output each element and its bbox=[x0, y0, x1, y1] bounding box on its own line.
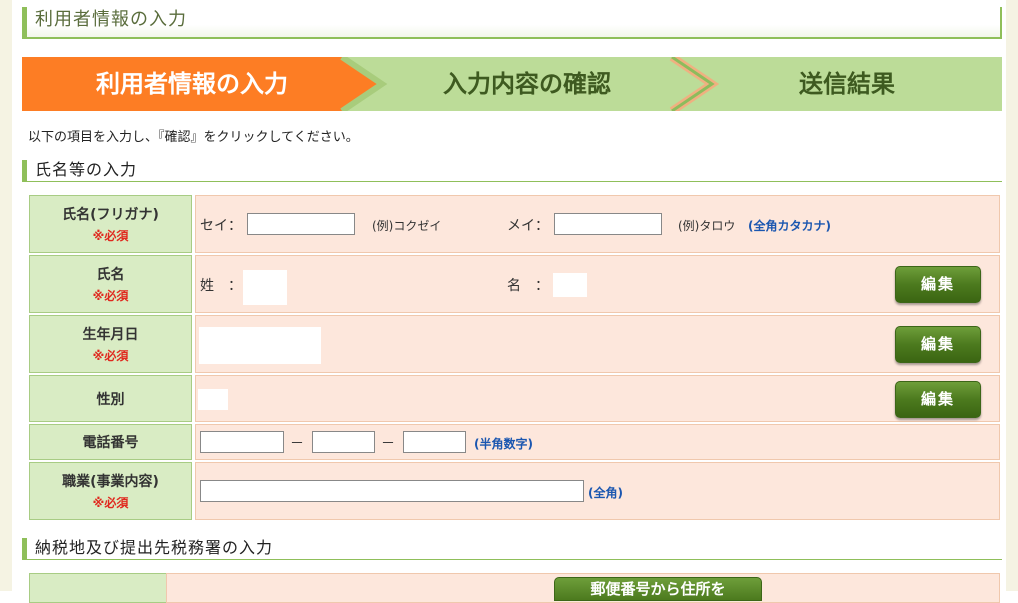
gender-label: 性別 bbox=[96, 391, 125, 408]
required-mark: ※必須 bbox=[92, 496, 129, 510]
zip-lookup-button[interactable]: 郵便番号から住所を bbox=[554, 577, 762, 601]
furigana-label-cell: 氏名(フリガナ) ※必須 bbox=[29, 195, 192, 253]
phone-separator: － bbox=[290, 436, 304, 452]
mei-kana-input[interactable] bbox=[554, 213, 662, 235]
gender-value bbox=[198, 389, 228, 410]
edit-gender-button[interactable]: 編集 bbox=[895, 381, 981, 418]
phone-separator: － bbox=[381, 436, 395, 452]
occupation-input[interactable] bbox=[200, 480, 584, 502]
phone-input-3[interactable] bbox=[403, 431, 466, 453]
occupation-value-cell: (全角) bbox=[195, 462, 1000, 520]
sei-value bbox=[243, 270, 287, 305]
furigana-label: 氏名(フリガナ) bbox=[62, 207, 159, 223]
required-mark: ※必須 bbox=[92, 229, 129, 243]
sei-label: 姓 ： bbox=[200, 278, 242, 294]
gender-label-cell: 性別 bbox=[29, 375, 192, 422]
mei-kana-label: メイ： bbox=[507, 218, 549, 234]
right-gutter bbox=[1006, 0, 1018, 591]
name-value-cell: 姓 ： 名 ： 編集 bbox=[195, 255, 1000, 313]
birthdate-label-cell: 生年月日 ※必須 bbox=[29, 315, 192, 373]
left-gutter bbox=[0, 0, 12, 591]
mei-kana-example: (例)タロウ bbox=[678, 219, 736, 233]
phone-label: 電話番号 bbox=[82, 435, 139, 451]
sei-kana-label: セイ： bbox=[200, 218, 242, 234]
page-title: 利用者情報の入力 bbox=[22, 7, 1002, 39]
furigana-value-cell: セイ： (例)コクゼイ メイ： (例)タロウ (全角カタカナ) bbox=[195, 195, 1000, 253]
instruction-text: 以下の項目を入力し、『確認』をクリックしてください。 bbox=[28, 130, 359, 145]
phone-format-note: (半角数字) bbox=[474, 437, 533, 451]
step-confirm: 入力内容の確認 bbox=[443, 69, 611, 98]
sei-kana-input[interactable] bbox=[247, 213, 355, 235]
required-mark: ※必須 bbox=[92, 289, 129, 303]
step-input: 利用者情報の入力 bbox=[96, 69, 288, 98]
gender-value-cell: 編集 bbox=[195, 375, 1000, 422]
mei-value bbox=[553, 273, 587, 297]
name-label-cell: 氏名 ※必須 bbox=[29, 255, 192, 313]
progress-steps: 利用者情報の入力 入力内容の確認 送信結果 bbox=[22, 57, 1002, 111]
name-label: 氏名 bbox=[96, 267, 125, 283]
mei-label: 名 ： bbox=[507, 278, 549, 294]
birthdate-label: 生年月日 bbox=[82, 327, 139, 343]
birthdate-value bbox=[199, 327, 321, 364]
phone-value-cell: － － (半角数字) bbox=[195, 424, 1000, 460]
occupation-label: 職業(事業内容) bbox=[62, 474, 159, 490]
birthdate-value-cell: 編集 bbox=[195, 315, 1000, 373]
occupation-format-note: (全角) bbox=[588, 486, 623, 500]
furigana-format-note: (全角カタカナ) bbox=[748, 219, 831, 233]
section-name-heading: 氏名等の入力 bbox=[22, 160, 1002, 182]
section-address-heading: 納税地及び提出先税務署の入力 bbox=[22, 538, 1002, 560]
required-mark: ※必須 bbox=[92, 349, 129, 363]
phone-label-cell: 電話番号 bbox=[29, 424, 192, 460]
phone-input-1[interactable] bbox=[200, 431, 284, 453]
edit-name-button[interactable]: 編集 bbox=[895, 266, 981, 303]
occupation-label-cell: 職業(事業内容) ※必須 bbox=[29, 462, 192, 520]
sei-kana-example: (例)コクゼイ bbox=[372, 219, 442, 233]
step-result: 送信結果 bbox=[799, 69, 895, 98]
edit-birthdate-button[interactable]: 編集 bbox=[895, 326, 981, 363]
phone-input-2[interactable] bbox=[312, 431, 375, 453]
